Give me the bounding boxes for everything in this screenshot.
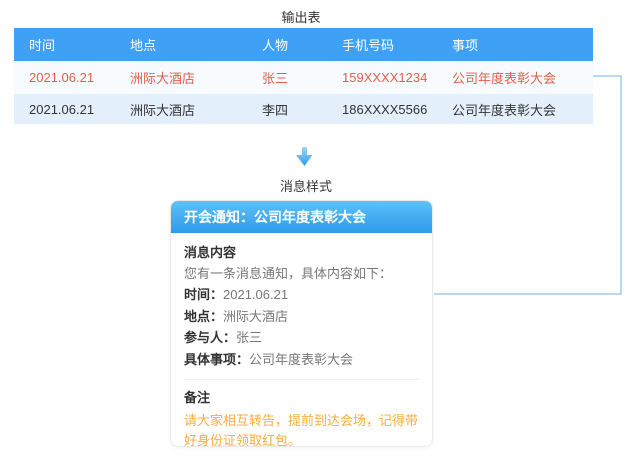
field-label: 地点：	[184, 309, 223, 324]
table-header-row: 时间 地点 人物 手机号码 事项	[14, 28, 593, 61]
output-table-title: 输出表	[281, 7, 320, 26]
page-canvas: 输出表 时间 地点 人物 手机号码 事项 2021.06.21 洲际大酒店 张三…	[0, 0, 632, 457]
table-cell: 张三	[247, 68, 327, 87]
message-preview-card: 开会通知：公司年度表彰大会 消息内容 您有一条消息通知，具体内容如下： 时间：2…	[170, 200, 433, 447]
field-label: 参与人：	[184, 330, 236, 345]
message-field-location: 地点：洲际大酒店	[184, 306, 419, 328]
table-cell: 洲际大酒店	[115, 100, 247, 119]
message-field-time: 时间：2021.06.21	[184, 284, 419, 306]
note-title: 备注	[184, 387, 419, 408]
message-content-title: 消息内容	[184, 242, 419, 263]
message-intro-text: 您有一条消息通知，具体内容如下：	[184, 263, 419, 284]
output-table: 时间 地点 人物 手机号码 事项 2021.06.21 洲际大酒店 张三 159…	[14, 28, 593, 124]
message-field-participant: 参与人：张三	[184, 327, 419, 349]
column-header-phone: 手机号码	[327, 35, 437, 54]
field-value: 张三	[236, 330, 262, 345]
field-label: 具体事项：	[184, 352, 249, 367]
message-field-matter: 具体事项：公司年度表彰大会	[184, 349, 419, 371]
field-value: 2021.06.21	[223, 287, 288, 302]
message-card-header: 开会通知：公司年度表彰大会	[171, 201, 432, 233]
table-cell: 公司年度表彰大会	[437, 100, 593, 119]
table-cell: 2021.06.21	[14, 70, 115, 85]
table-row: 2021.06.21 洲际大酒店 李四 186XXXX5566 公司年度表彰大会	[14, 94, 593, 124]
table-cell: 159XXXX1234	[327, 70, 437, 85]
note-text: 请大家相互转告，提前到达会场，记得带好身份证领取红包。	[184, 411, 419, 450]
down-arrow-icon	[294, 146, 315, 172]
card-divider	[184, 379, 419, 380]
column-header-time: 时间	[14, 35, 115, 54]
column-header-location: 地点	[115, 35, 247, 54]
table-cell: 2021.06.21	[14, 102, 115, 117]
field-value: 洲际大酒店	[223, 309, 288, 324]
field-value: 公司年度表彰大会	[249, 352, 353, 367]
column-header-person: 人物	[247, 35, 327, 54]
message-style-title: 消息样式	[280, 176, 332, 195]
table-cell: 洲际大酒店	[115, 68, 247, 87]
table-cell: 公司年度表彰大会	[437, 68, 593, 87]
column-header-matter: 事项	[437, 35, 593, 54]
field-label: 时间：	[184, 287, 223, 302]
message-card-body: 消息内容 您有一条消息通知，具体内容如下： 时间：2021.06.21 地点：洲…	[171, 233, 432, 450]
table-cell: 186XXXX5566	[327, 102, 437, 117]
table-cell: 李四	[247, 100, 327, 119]
table-row-highlighted: 2021.06.21 洲际大酒店 张三 159XXXX1234 公司年度表彰大会	[14, 61, 593, 94]
